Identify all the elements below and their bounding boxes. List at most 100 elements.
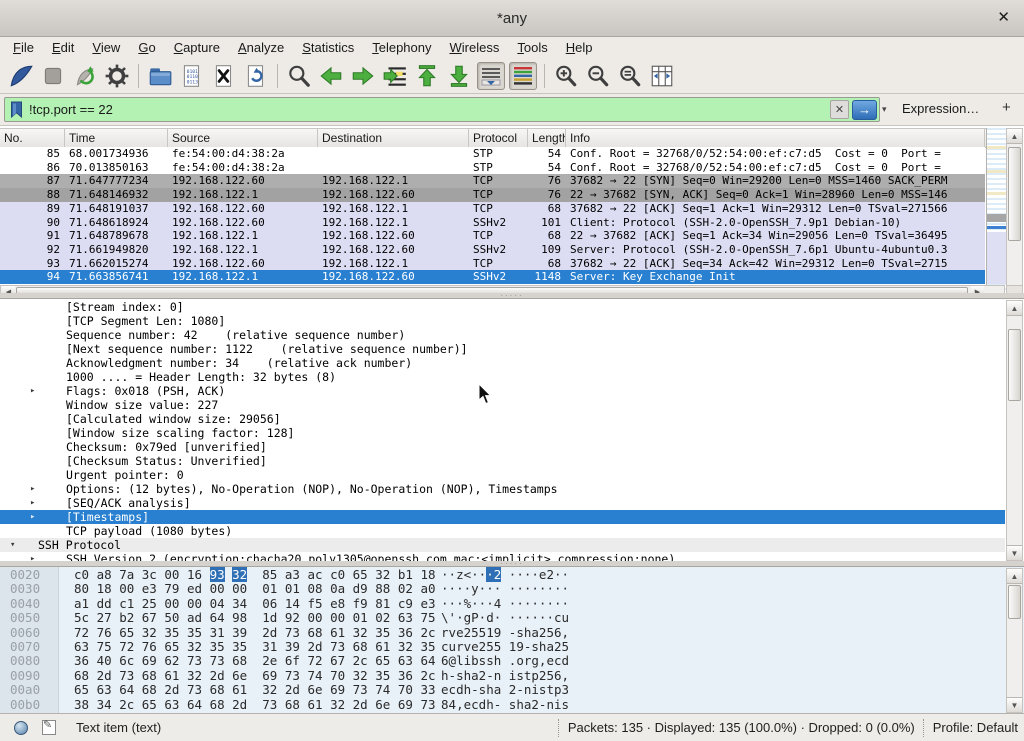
hex-bytes[interactable]: 65 63 64 68 2d 73 68 61 32 2d 6e 69 73 7… [74, 683, 443, 697]
hex-ascii[interactable]: h-sha2-n istp256, [441, 669, 569, 683]
go-forward-button[interactable] [349, 62, 377, 90]
detail-line[interactable]: ▸[Timestamps] [0, 510, 1005, 524]
hex-ascii[interactable]: ··z<···2 ····e2·· [441, 568, 569, 582]
detail-line[interactable]: 1000 .... = Header Length: 32 bytes (8) [0, 370, 1005, 384]
packet-row-87[interactable]: 8771.647777234192.168.122.60192.168.122.… [0, 174, 985, 188]
hex-row-0080[interactable]: 008036 40 6c 69 62 73 73 68 2e 6f 72 67 … [0, 654, 1005, 668]
hex-bytes[interactable]: 5c 27 b2 67 50 ad 64 98 1d 92 00 00 01 0… [74, 611, 443, 625]
scroll-up-arrow[interactable]: ▲ [1007, 569, 1022, 584]
colorize-toggle[interactable] [509, 62, 537, 90]
filter-dropdown-caret[interactable]: ▾ [882, 104, 887, 115]
close-file-button[interactable] [210, 62, 238, 90]
menu-wireless[interactable]: Wireless [441, 38, 509, 57]
hex-bytes[interactable]: c0 a8 7a 3c 00 16 93 32 85 a3 ac c0 65 3… [74, 568, 443, 582]
scroll-down-arrow[interactable]: ▼ [1007, 545, 1022, 560]
column-header-source[interactable]: Source [168, 129, 318, 147]
detail-line[interactable]: TCP payload (1080 bytes) [0, 524, 1005, 538]
capture-comment-icon[interactable]: ✎ [42, 720, 56, 735]
display-filter-input[interactable]: !tcp.port == 22 ✕ → [4, 97, 880, 122]
scroll-up-arrow[interactable]: ▲ [1007, 301, 1022, 316]
hex-bytes[interactable]: 72 76 65 32 35 35 31 39 2d 73 68 61 32 3… [74, 626, 443, 640]
hex-row-0030[interactable]: 003080 18 00 e3 79 ed 00 00 01 01 08 0a … [0, 582, 1005, 596]
find-packet-button[interactable] [285, 62, 313, 90]
collapsed-triangle-icon[interactable]: ▸ [30, 482, 35, 496]
menu-statistics[interactable]: Statistics [293, 38, 363, 57]
packet-row-89[interactable]: 8971.648191037192.168.122.60192.168.122.… [0, 202, 985, 216]
detail-line[interactable]: [Calculated window size: 29056] [0, 412, 1005, 426]
resize-columns-button[interactable] [648, 62, 676, 90]
filter-value[interactable]: !tcp.port == 22 [29, 102, 830, 117]
hex-row-0060[interactable]: 006072 76 65 32 35 35 31 39 2d 73 68 61 … [0, 626, 1005, 640]
menu-edit[interactable]: Edit [43, 38, 83, 57]
scroll-thumb[interactable] [1008, 147, 1021, 241]
hex-bytes[interactable]: a1 dd c1 25 00 00 04 34 06 14 f5 e8 f9 8… [74, 597, 443, 611]
bookmark-icon[interactable] [10, 101, 23, 118]
packet-row-86[interactable]: 8670.013850163fe:54:00:d4:38:2aSTP54Conf… [0, 161, 985, 175]
details-vscrollbar[interactable]: ▲ ▼ [1006, 300, 1023, 561]
go-to-bottom-button[interactable] [445, 62, 473, 90]
menu-go[interactable]: Go [129, 38, 164, 57]
hex-row-00a0[interactable]: 00a065 63 64 68 2d 73 68 61 32 2d 6e 69 … [0, 683, 1005, 697]
menu-help[interactable]: Help [557, 38, 602, 57]
column-header-info[interactable]: Info [566, 129, 985, 147]
hex-bytes[interactable]: 63 75 72 76 65 32 35 35 31 39 2d 73 68 6… [74, 640, 443, 654]
menu-analyze[interactable]: Analyze [229, 38, 293, 57]
zoom-out-button[interactable] [584, 62, 612, 90]
detail-line[interactable]: ▸Flags: 0x018 (PSH, ACK) [0, 384, 1005, 398]
hex-ascii[interactable]: ····y··· ········ [441, 582, 569, 596]
detail-line[interactable]: Sequence number: 42 (relative sequence n… [0, 328, 1005, 342]
collapsed-triangle-icon[interactable]: ▸ [30, 510, 35, 524]
detail-line[interactable]: [TCP Segment Len: 1080] [0, 314, 1005, 328]
open-file-button[interactable] [146, 62, 174, 90]
menu-file[interactable]: File [4, 38, 43, 57]
hex-ascii[interactable]: ···%···4 ········ [441, 597, 569, 611]
column-header-time[interactable]: Time [65, 129, 168, 147]
detail-line[interactable]: ▸[SEQ/ACK analysis] [0, 496, 1005, 510]
auto-scroll-toggle[interactable] [477, 62, 505, 90]
column-header-no[interactable]: No. [0, 129, 65, 147]
zoom-reset-button[interactable] [616, 62, 644, 90]
detail-line[interactable]: Checksum: 0x79ed [unverified] [0, 440, 1005, 454]
hex-ascii[interactable]: \'·gP·d· ······cu [441, 611, 569, 625]
go-to-top-button[interactable] [413, 62, 441, 90]
reload-file-button[interactable] [242, 62, 270, 90]
menu-telephony[interactable]: Telephony [363, 38, 440, 57]
hex-bytes[interactable]: 38 34 2c 65 63 64 68 2d 73 68 61 32 2d 6… [74, 698, 443, 712]
hex-bytes[interactable]: 36 40 6c 69 62 73 73 68 2e 6f 72 67 2c 6… [74, 654, 443, 668]
hex-row-0020[interactable]: 0020c0 a8 7a 3c 00 16 93 32 85 a3 ac c0 … [0, 568, 1005, 582]
collapsed-triangle-icon[interactable]: ▸ [30, 384, 35, 398]
scroll-thumb[interactable] [1008, 585, 1021, 619]
menu-view[interactable]: View [83, 38, 129, 57]
hex-bytes[interactable]: 80 18 00 e3 79 ed 00 00 01 01 08 0a d9 8… [74, 582, 443, 596]
hex-row-0090[interactable]: 009068 2d 73 68 61 32 2d 6e 69 73 74 70 … [0, 669, 1005, 683]
detail-line[interactable]: [Stream index: 0] [0, 300, 1005, 314]
add-filter-button[interactable]: + [1002, 99, 1011, 116]
packet-row-88[interactable]: 8871.648146932192.168.122.1192.168.122.6… [0, 188, 985, 202]
hex-row-00b0[interactable]: 00b038 34 2c 65 63 64 68 2d 73 68 61 32 … [0, 698, 1005, 712]
scroll-thumb[interactable] [1008, 329, 1021, 401]
hex-vscrollbar[interactable]: ▲ ▼ [1006, 568, 1023, 713]
detail-line[interactable]: Urgent pointer: 0 [0, 468, 1005, 482]
filter-clear-button[interactable]: ✕ [830, 100, 849, 119]
hex-bytes[interactable]: 68 2d 73 68 61 32 2d 6e 69 73 74 70 32 3… [74, 669, 443, 683]
scroll-down-arrow[interactable]: ▼ [1007, 697, 1022, 712]
detail-line[interactable]: Acknowledgment number: 34 (relative ack … [0, 356, 1005, 370]
packet-row-90[interactable]: 9071.648618924192.168.122.60192.168.122.… [0, 216, 985, 230]
detail-line[interactable]: Window size value: 227 [0, 398, 1005, 412]
restart-capture-button[interactable] [71, 62, 99, 90]
filter-apply-button[interactable]: → [852, 100, 877, 120]
expert-info-icon[interactable] [14, 721, 28, 735]
hex-row-0050[interactable]: 00505c 27 b2 67 50 ad 64 98 1d 92 00 00 … [0, 611, 1005, 625]
start-capture-button[interactable] [7, 62, 35, 90]
detail-line[interactable]: [Window size scaling factor: 128] [0, 426, 1005, 440]
save-file-button[interactable]: 010101100113 [178, 62, 206, 90]
hex-ascii[interactable]: rve25519 -sha256, [441, 626, 569, 640]
detail-line[interactable]: ▾SSH Protocol [0, 538, 1005, 552]
profile-label[interactable]: Profile: Default [933, 720, 1018, 735]
menu-tools[interactable]: Tools [508, 38, 556, 57]
menu-capture[interactable]: Capture [165, 38, 229, 57]
go-back-button[interactable] [317, 62, 345, 90]
hex-row-0040[interactable]: 0040a1 dd c1 25 00 00 04 34 06 14 f5 e8 … [0, 597, 1005, 611]
detail-line[interactable]: [Next sequence number: 1122 (relative se… [0, 342, 1005, 356]
hex-ascii[interactable]: ecdh-sha 2-nistp3 [441, 683, 569, 697]
